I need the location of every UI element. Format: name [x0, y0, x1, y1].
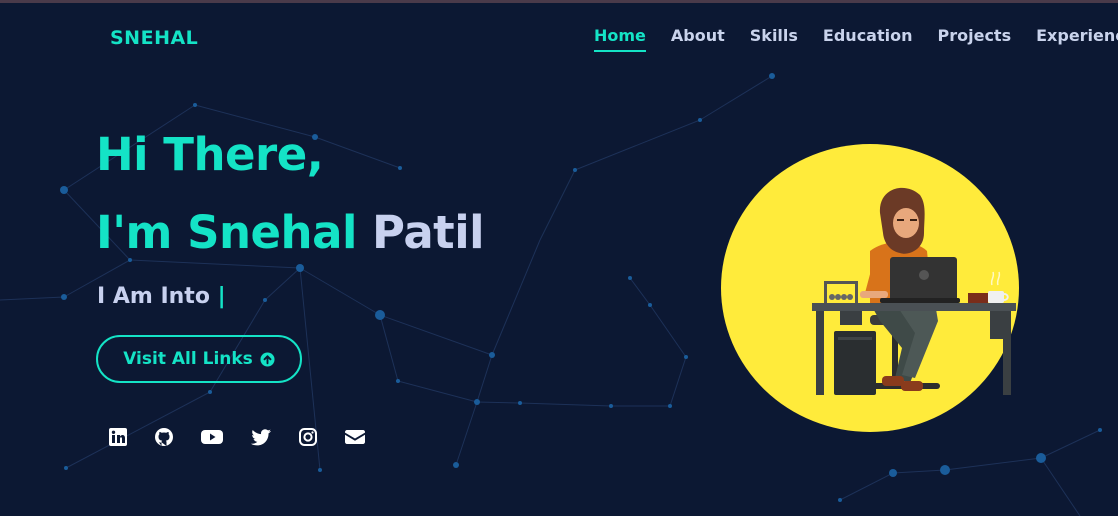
typing-cursor: | [217, 284, 226, 309]
main-nav: Home About Skills Education Projects Exp… [594, 26, 1118, 52]
arrow-up-circle-icon [260, 351, 275, 367]
github-icon[interactable] [154, 427, 174, 447]
nav-education[interactable]: Education [823, 26, 913, 50]
hero-name: I'm Snehal Patil [96, 210, 485, 255]
hero-greeting: Hi There, [96, 128, 324, 181]
nav-home[interactable]: Home [594, 26, 646, 52]
nav-about[interactable]: About [671, 26, 725, 50]
developer-illustration [721, 144, 1019, 432]
typing-text: I Am Into | [97, 284, 226, 309]
nav-skills[interactable]: Skills [750, 26, 798, 50]
brand-logo[interactable]: SNEHAL [110, 27, 198, 49]
email-icon[interactable] [344, 427, 366, 447]
twitter-icon[interactable] [250, 427, 272, 447]
visit-links-button[interactable]: Visit All Links [96, 335, 302, 383]
social-links [108, 427, 366, 447]
typing-label: I Am Into [97, 284, 210, 309]
linkedin-icon[interactable] [108, 427, 128, 447]
hero-name-last: Patil [372, 206, 485, 259]
youtube-icon[interactable] [200, 427, 224, 447]
visit-links-label: Visit All Links [123, 349, 253, 369]
nav-projects[interactable]: Projects [938, 26, 1012, 50]
instagram-icon[interactable] [298, 427, 318, 447]
nav-experience[interactable]: Experience [1036, 26, 1118, 50]
hero-name-first: I'm Snehal [96, 206, 357, 259]
